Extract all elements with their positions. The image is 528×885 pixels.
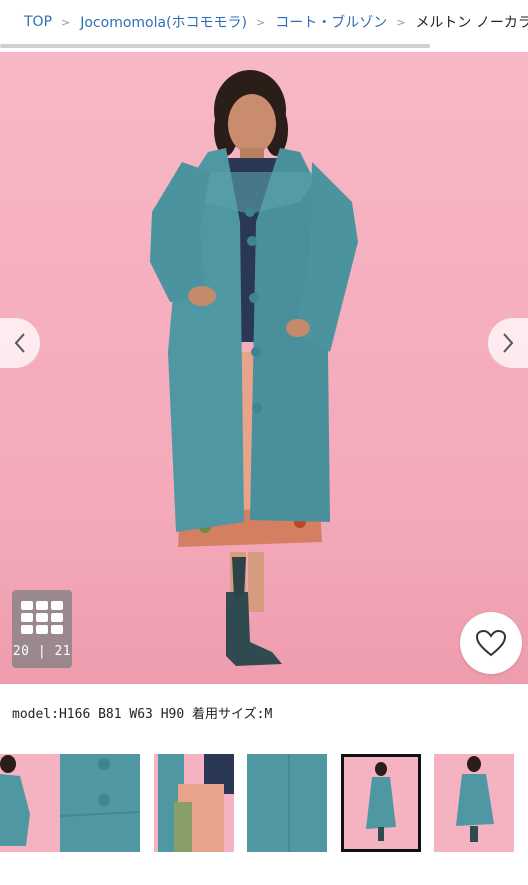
breadcrumb-separator: > <box>256 15 266 29</box>
breadcrumb: TOP > Jocomomola(ホコモモラ) > コート・ブルゾン > メルト… <box>0 0 528 44</box>
breadcrumb-scrollbar[interactable] <box>0 44 430 48</box>
photo-counter: 20 | 21 <box>12 644 72 659</box>
breadcrumb-current: メルトン ノーカラ <box>415 15 528 31</box>
thumbnail-image <box>344 757 418 849</box>
heart-icon <box>475 629 507 657</box>
thumbnail-2[interactable] <box>60 754 140 852</box>
breadcrumb-separator: > <box>61 15 71 29</box>
favorite-button[interactable] <box>460 612 522 674</box>
thumbnail-image <box>60 754 140 852</box>
thumbnail-4[interactable] <box>247 754 327 852</box>
chevron-left-icon <box>14 333 25 353</box>
thumbnail-6[interactable] <box>434 754 514 852</box>
chevron-right-icon <box>503 333 514 353</box>
gallery-grid-button[interactable]: 20 | 21 <box>12 590 72 668</box>
grid-icon <box>21 601 63 634</box>
thumbnail-image <box>247 754 327 852</box>
breadcrumb-separator: > <box>396 15 406 29</box>
main-product-image[interactable]: 20 | 21 <box>0 52 528 684</box>
thumbnail-3[interactable] <box>154 754 234 852</box>
breadcrumb-link-category[interactable]: コート・ブルゾン <box>275 12 387 32</box>
breadcrumb-link-top[interactable]: TOP <box>24 14 52 30</box>
thumbnail-image <box>154 754 234 852</box>
model-size-info: model:H166 B81 W63 H90 着用サイズ:M <box>12 707 273 722</box>
thumbnail-5-selected[interactable] <box>341 754 421 852</box>
thumbnail-image <box>434 754 514 852</box>
breadcrumb-link-brand[interactable]: Jocomomola(ホコモモラ) <box>80 12 247 32</box>
model-wearing-coat-illustration <box>150 70 358 666</box>
